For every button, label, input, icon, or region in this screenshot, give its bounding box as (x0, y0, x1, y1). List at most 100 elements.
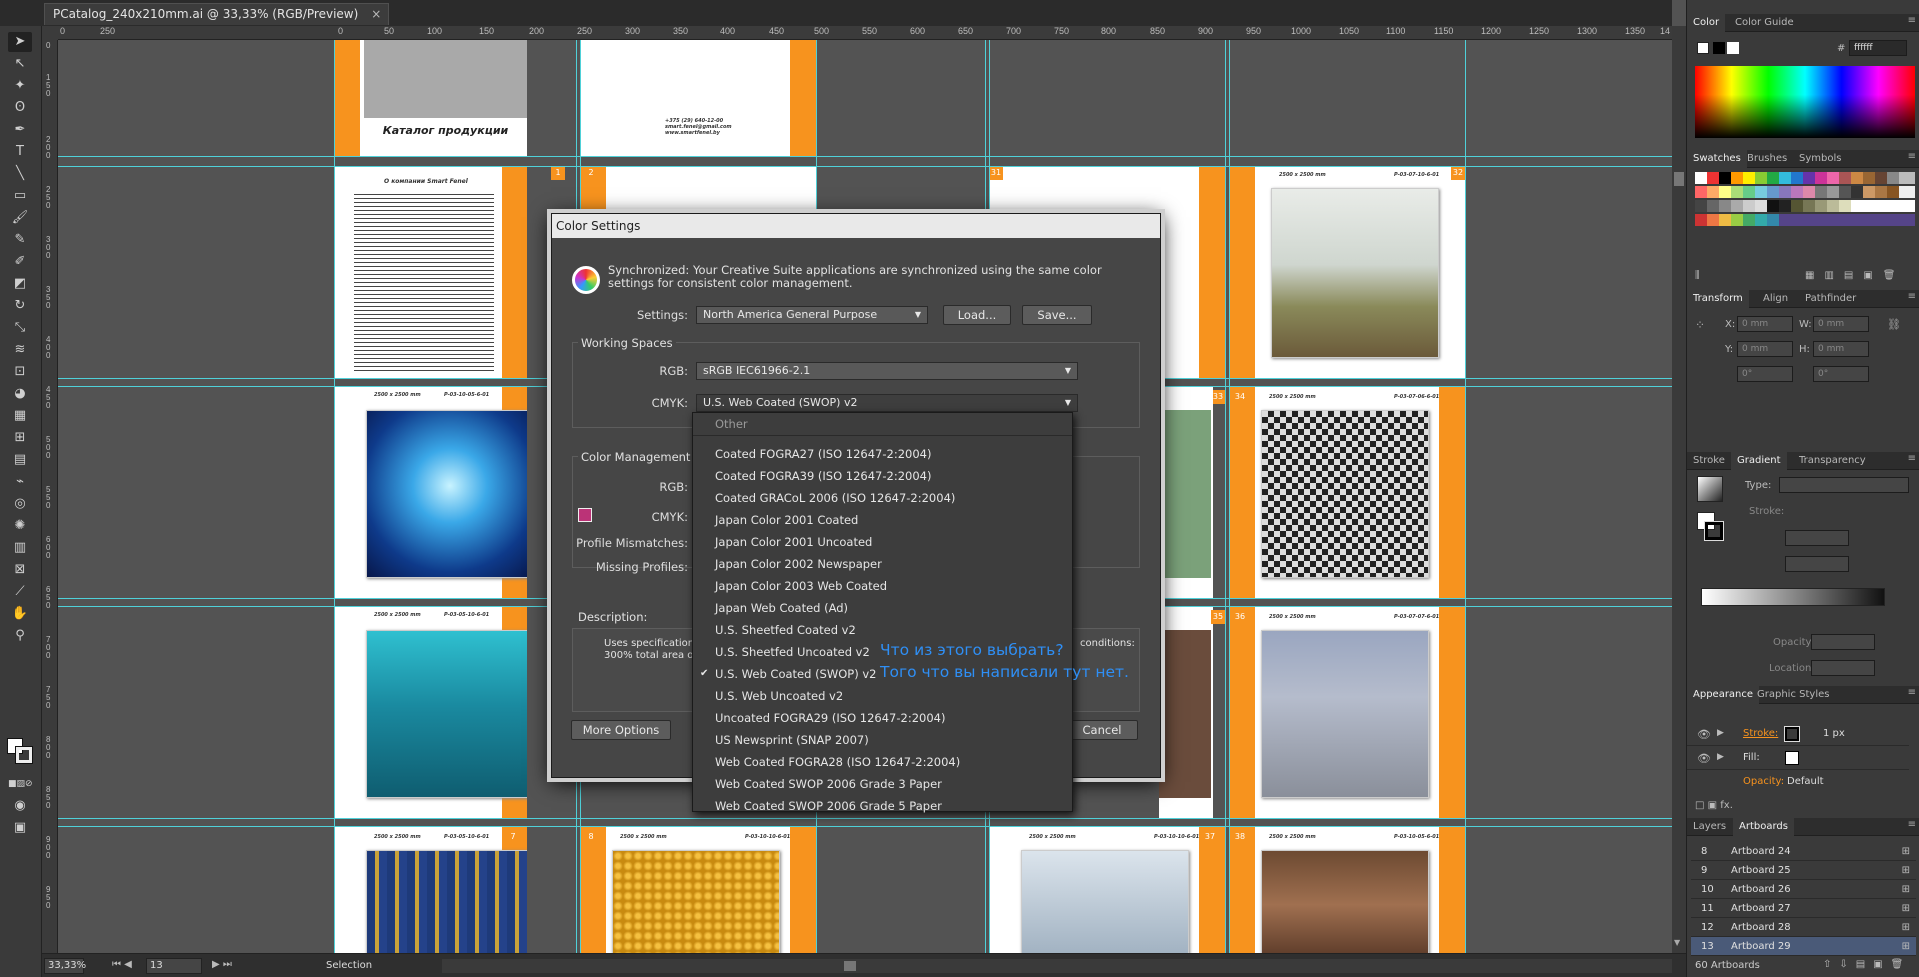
artboard-options-icon[interactable]: ⊞ (1902, 880, 1910, 899)
guide-line[interactable] (1229, 40, 1230, 953)
perspective-grid-tool-icon[interactable]: ▦ (8, 406, 32, 426)
dropdown-option[interactable]: Japan Color 2003 Web Coated (693, 575, 1072, 597)
artboard-tool-icon[interactable]: ⊠ (8, 560, 32, 580)
panel-menu-icon[interactable]: ≡ (1908, 687, 1916, 698)
artboard-options-icon[interactable]: ⊞ (1902, 899, 1910, 918)
tab-color-guide[interactable]: Color Guide (1729, 14, 1800, 32)
artboard-options-icon[interactable]: ⊞ (1902, 937, 1910, 956)
artboard[interactable]: 8 2500 x 2500 mm P-03-10-10-6-01 (580, 826, 816, 953)
tab-pathfinder[interactable]: Pathfinder (1799, 290, 1862, 308)
dropdown-option[interactable]: Web Coated SWOP 2006 Grade 3 Paper (693, 773, 1072, 795)
artboard-number-field[interactable]: 13 (146, 958, 202, 974)
direct-selection-tool-icon[interactable]: ↖ (8, 54, 32, 74)
vertical-ruler[interactable]: 0 150 200 250 300 350 400 450 500 550 60… (42, 40, 58, 953)
draw-mode-icon[interactable]: ◉ (8, 796, 32, 816)
tab-transparency[interactable]: Transparency (1793, 452, 1872, 470)
guide-line[interactable] (58, 156, 1672, 157)
artboard-row[interactable]: 12 Artboard 28 ⊞ (1691, 918, 1916, 937)
gradient-preview[interactable] (1697, 476, 1723, 502)
x-field[interactable]: 0 mm (1737, 316, 1793, 332)
eraser-tool-icon[interactable]: ◩ (8, 274, 32, 294)
dropdown-option[interactable]: Japan Color 2001 Uncoated (693, 531, 1072, 553)
hex-input[interactable]: ffffff (1849, 40, 1907, 56)
dropdown-option[interactable]: Web Coated FOGRA28 (ISO 12647-2:2004) (693, 751, 1072, 773)
artboard[interactable]: 34 2500 x 2500 mm P-03-07-06-6-01 (1229, 386, 1465, 598)
link-icon[interactable]: ⛓ (1887, 318, 1901, 331)
dropdown-option[interactable]: Japan Color 2002 Newspaper (693, 553, 1072, 575)
pencil-tool-icon[interactable]: ✎ (8, 230, 32, 250)
lasso-tool-icon[interactable]: ʘ (8, 98, 32, 118)
pen-tool-icon[interactable]: ✒ (8, 120, 32, 140)
black-swatch-icon[interactable] (1713, 42, 1725, 54)
ruler-corner[interactable] (42, 26, 58, 40)
zoom-tool-icon[interactable]: ⚲ (8, 626, 32, 646)
white-swatch-icon[interactable] (1727, 42, 1739, 54)
tab-graphic-styles[interactable]: Graphic Styles (1751, 686, 1835, 704)
more-options-button[interactable]: More Options (571, 720, 671, 740)
mesh-tool-icon[interactable]: ⊞ (8, 428, 32, 448)
scrollbar-thumb[interactable] (844, 961, 856, 971)
screen-mode-icon[interactable]: ▣ (8, 818, 32, 838)
slice-tool-icon[interactable]: ⟋ (8, 582, 32, 602)
dropdown-option[interactable]: U.S. Sheetfed Coated v2 (693, 619, 1072, 641)
stroke-weight[interactable]: 1 px (1823, 728, 1845, 739)
rectangle-tool-icon[interactable]: ▭ (8, 186, 32, 206)
artboard-row[interactable]: 9 Artboard 25 ⊞ (1691, 861, 1916, 880)
tab-align[interactable]: Align (1757, 290, 1794, 308)
dropdown-option[interactable]: Uncoated FOGRA29 (ISO 12647-2:2004) (693, 707, 1072, 729)
dropdown-option[interactable]: Coated FOGRA39 (ISO 12647-2:2004) (693, 465, 1072, 487)
tab-gradient[interactable]: Gradient (1731, 452, 1787, 470)
scrollbar-thumb[interactable] (1674, 172, 1684, 186)
fill-color-icon[interactable] (1785, 751, 1799, 765)
artboard[interactable]: 7 2500 x 2500 mm P-03-05-10-6-01 (334, 826, 527, 953)
artboard[interactable]: 36 2500 x 2500 mm P-03-07-07-6-01 (1229, 606, 1465, 818)
artboard-row[interactable]: 11 Artboard 27 ⊞ (1691, 899, 1916, 918)
artboard[interactable]: 1 О компании Smart Fenel (334, 166, 527, 378)
aspect-field[interactable] (1785, 556, 1849, 572)
angle-field[interactable] (1785, 530, 1849, 546)
artboard-row[interactable]: 10 Artboard 26 ⊞ (1691, 880, 1916, 899)
stroke-swatch-icon[interactable] (15, 746, 33, 764)
tab-artboards[interactable]: Artboards (1733, 818, 1794, 836)
dropdown-option[interactable]: Japan Color 2001 Coated (693, 509, 1072, 531)
horizontal-ruler[interactable]: 0 250 0 50 100 150 200 250 300 350 400 4… (58, 26, 1672, 40)
guide-line[interactable] (334, 40, 335, 953)
gradient-type-select[interactable] (1779, 477, 1909, 493)
artboard-nav-first-icon[interactable]: ⏮ ◀ (112, 959, 132, 970)
opacity-field[interactable] (1811, 634, 1875, 650)
warp-tool-icon[interactable]: ≋ (8, 340, 32, 360)
gradient-slider[interactable] (1701, 588, 1885, 606)
document-tab[interactable]: PCatalog_240x210mm.ai @ 33,33% (RGB/Prev… (44, 3, 390, 25)
eye-icon[interactable]: 👁 (1697, 752, 1711, 765)
y-field[interactable]: 0 mm (1737, 341, 1793, 357)
blend-tool-icon[interactable]: ◎ (8, 494, 32, 514)
shear-field[interactable]: 0° (1813, 366, 1869, 382)
panel-menu-icon[interactable]: ≡ (1908, 291, 1916, 302)
dropdown-option[interactable]: Coated FOGRA27 (ISO 12647-2:2004) (693, 443, 1072, 465)
tab-transform[interactable]: Transform (1687, 290, 1749, 308)
artboard-row-selected[interactable]: 13 Artboard 29 ⊞ (1691, 937, 1916, 956)
rotate-tool-icon[interactable]: ↻ (8, 296, 32, 316)
hand-tool-icon[interactable]: ✋ (8, 604, 32, 624)
tab-brushes[interactable]: Brushes (1741, 150, 1793, 168)
tab-swatches[interactable]: Swatches (1687, 150, 1747, 168)
color-mode-icons[interactable]: ■▨⊘ (8, 774, 33, 794)
artboard[interactable]: 32 2500 x 2500 mm P-03-07-10-6-01 (1229, 166, 1465, 378)
dropdown-option[interactable]: Coated GRACoL 2006 (ISO 12647-2:2004) (693, 487, 1072, 509)
swatch-actions-icons[interactable]: ▦▥▤▣🗑 (1805, 270, 1906, 281)
location-field[interactable] (1811, 660, 1875, 676)
h-field[interactable]: 0 mm (1813, 341, 1869, 357)
stroke-row-label[interactable]: Stroke: (1743, 728, 1778, 739)
artboard-nav-next-icon[interactable]: ▶ ⏭ (212, 959, 232, 970)
artboard[interactable]: 2500 x 2500 mm P-03-10-05-6-01 (334, 386, 527, 598)
blob-brush-tool-icon[interactable]: ✐ (8, 252, 32, 272)
appearance-row-stroke[interactable]: 👁 ▶ Stroke: 1 px (1687, 724, 1909, 746)
dropdown-option[interactable]: U.S. Web Uncoated v2 (693, 685, 1072, 707)
opacity-row-label[interactable]: Opacity: (1743, 776, 1784, 787)
dropdown-option[interactable]: Japan Web Coated (Ad) (693, 597, 1072, 619)
swatch-library-icon[interactable]: ⫼ (1695, 270, 1700, 281)
artboard[interactable] (1159, 386, 1213, 598)
artboard-options-icon[interactable]: ⊞ (1902, 861, 1910, 880)
tab-symbols[interactable]: Symbols (1793, 150, 1847, 168)
artboard[interactable]: Каталог продукции (334, 40, 527, 156)
